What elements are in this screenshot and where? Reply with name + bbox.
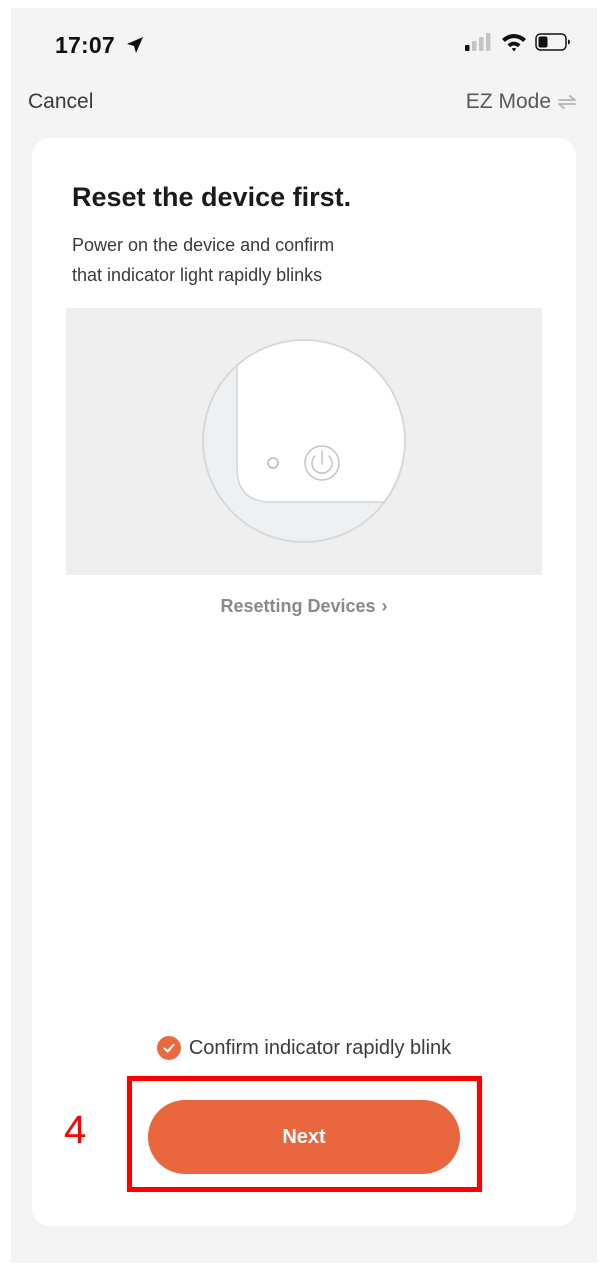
instruction-line-1: Power on the device and confirm: [72, 235, 335, 255]
reset-card: Reset the device first. Power on the dev…: [32, 138, 576, 1226]
resetting-devices-link[interactable]: Resetting Devices ›: [32, 596, 576, 617]
phone-screen: 17:07 Cancel EZ Mode Reset the device fi…: [11, 8, 597, 1263]
swap-arrows-icon: [558, 95, 576, 109]
status-time: 17:07: [55, 32, 145, 59]
confirm-label: Confirm indicator rapidly blink: [188, 1036, 452, 1059]
instruction-line-2: that indicator light rapidly blinks: [72, 265, 323, 285]
status-time-text: 17:07: [55, 32, 115, 58]
status-icons: [465, 32, 571, 52]
resetting-devices-label: Resetting Devices: [220, 596, 376, 616]
device-illustration: [66, 308, 542, 575]
ez-mode-label: EZ Mode: [465, 90, 551, 113]
confirm-blink-checkbox[interactable]: Confirm indicator rapidly blink: [32, 1036, 576, 1060]
wifi-icon: [502, 34, 526, 52]
chevron-right-icon: ›: [381, 596, 388, 616]
ez-mode-switch[interactable]: EZ Mode: [466, 90, 577, 114]
location-arrow-icon: [127, 37, 144, 53]
instruction-text: Power on the device and confirm that ind…: [72, 230, 492, 290]
battery-icon: [535, 33, 570, 51]
page-title: Reset the device first.: [72, 182, 352, 212]
annotation-highlight-box: [127, 1076, 482, 1192]
annotation-step-number: 4: [64, 1108, 87, 1152]
cancel-button[interactable]: Cancel: [28, 90, 93, 114]
device-power-illustration: [202, 339, 406, 543]
check-circle-icon[interactable]: [156, 1036, 181, 1060]
cellular-signal-icon: [465, 33, 491, 51]
